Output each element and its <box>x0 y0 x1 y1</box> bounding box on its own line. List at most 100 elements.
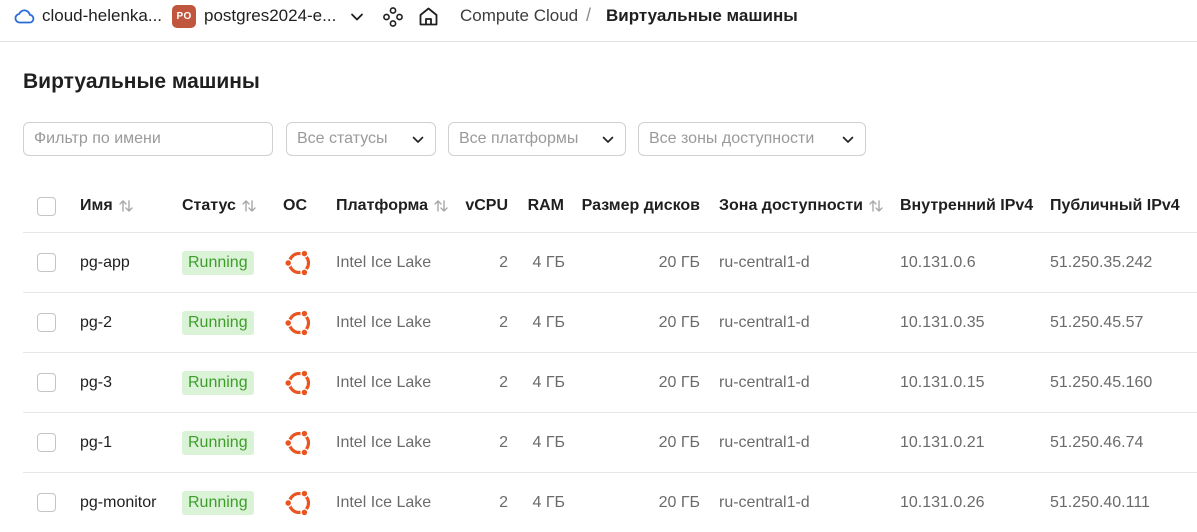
select-all-checkbox[interactable] <box>37 196 56 216</box>
chevron-down-icon <box>412 136 424 143</box>
name-filter-placeholder: Фильтр по имени <box>34 130 161 147</box>
services-icon[interactable] <box>382 6 404 28</box>
header-cell-select <box>37 180 56 232</box>
public-ip-value: 51.250.46.74 <box>1050 433 1144 451</box>
vm-name[interactable]: pg-3 <box>80 353 112 412</box>
chevron-down-icon[interactable] <box>349 9 365 25</box>
row-checkbox[interactable] <box>37 433 56 452</box>
column-header-ram-label: RAM <box>527 197 564 214</box>
ram-value: 4 ГБ <box>532 433 565 451</box>
sort-icon <box>869 200 883 212</box>
column-header-status-label: Статус <box>182 197 236 214</box>
internal-ip-value: 10.131.0.35 <box>900 313 985 331</box>
zone-value: ru-central1-d <box>719 373 810 391</box>
ram-value: 4 ГБ <box>532 493 565 511</box>
row-select-cell <box>37 413 56 472</box>
platform-value: Intel Ice Lake <box>336 313 432 331</box>
column-header-vcpu-label: vCPU <box>465 197 508 214</box>
chevron-down-icon <box>602 136 614 143</box>
page-title: Виртуальные машины <box>23 70 260 93</box>
column-header-zone[interactable]: Зона доступности <box>719 180 885 232</box>
internal-ip-value: 10.131.0.6 <box>900 253 976 271</box>
row-checkbox[interactable] <box>37 313 56 332</box>
sort-icon <box>118 200 133 212</box>
public-ip-value: 51.250.45.160 <box>1050 373 1153 391</box>
vm-name[interactable]: pg-1 <box>80 413 112 472</box>
home-icon[interactable] <box>417 5 440 28</box>
platform-filter-select[interactable]: Все платформы <box>448 122 626 156</box>
zone-filter-select[interactable]: Все зоны доступности <box>638 122 866 156</box>
platform-value: Intel Ice Lake <box>336 493 432 511</box>
disk-size-value: 20 ГБ <box>658 493 700 511</box>
row-checkbox[interactable] <box>37 373 56 392</box>
public-ip-value: 51.250.40.111 <box>1050 493 1150 511</box>
zone-value: ru-central1-d <box>719 313 810 331</box>
status-filter-value: Все статусы <box>297 130 388 147</box>
os-cell <box>283 233 315 292</box>
ubuntu-icon <box>284 488 313 517</box>
table-row[interactable]: pg-app Running Intel Ice Lake 2 4 ГБ 20 … <box>23 233 1197 293</box>
row-select-cell <box>37 473 56 532</box>
ubuntu-icon <box>284 368 313 397</box>
name-filter-input[interactable]: Фильтр по имени <box>23 122 273 156</box>
vcpu-value: 2 <box>499 493 508 511</box>
status-cell: Running <box>182 293 254 352</box>
os-cell <box>283 293 315 352</box>
ram-value: 4 ГБ <box>532 313 565 331</box>
column-header-public-ip-label: Публичный IPv4 <box>1050 197 1180 214</box>
disk-size-value: 20 ГБ <box>658 253 700 271</box>
column-header-vcpu: vCPU <box>465 180 508 232</box>
disk-size-value: 20 ГБ <box>658 313 700 331</box>
vcpu-value: 2 <box>499 433 508 451</box>
column-header-public-ip: Публичный IPv4 <box>1050 180 1180 232</box>
breadcrumb-compute-cloud[interactable]: Compute Cloud <box>460 6 578 26</box>
column-header-status[interactable]: Статус <box>182 180 258 232</box>
column-header-os: ОС <box>283 180 307 232</box>
table-header: Имя Статус ОС Платформа vCPU RAM Размер … <box>23 180 1197 233</box>
status-cell: Running <box>182 353 254 412</box>
chevron-down-icon <box>842 136 854 143</box>
table-row[interactable]: pg-monitor Running Intel Ice Lake 2 4 ГБ… <box>23 473 1197 532</box>
zone-value: ru-central1-d <box>719 433 810 451</box>
sort-icon <box>434 200 448 212</box>
table-row[interactable]: pg-1 Running Intel Ice Lake 2 4 ГБ 20 ГБ… <box>23 413 1197 473</box>
row-checkbox[interactable] <box>37 253 56 272</box>
os-cell <box>283 353 315 412</box>
column-header-os-label: ОС <box>283 197 307 214</box>
ubuntu-icon <box>284 428 313 457</box>
row-select-cell <box>37 353 56 412</box>
vcpu-value: 2 <box>499 373 508 391</box>
status-badge: Running <box>182 370 254 395</box>
vm-name[interactable]: pg-app <box>80 233 130 292</box>
platform-value: Intel Ice Lake <box>336 253 432 271</box>
breadcrumb-separator: / <box>586 5 592 25</box>
cloud-selector[interactable]: cloud-helenka... <box>42 6 162 26</box>
column-header-disk: Размер дисков <box>582 180 700 232</box>
zone-value: ru-central1-d <box>719 253 810 271</box>
public-ip-value: 51.250.35.242 <box>1050 253 1153 271</box>
column-header-platform[interactable]: Платформа <box>336 180 450 232</box>
disk-size-value: 20 ГБ <box>658 373 700 391</box>
internal-ip-value: 10.131.0.26 <box>900 493 985 511</box>
row-select-cell <box>37 233 56 292</box>
table-body: pg-app Running Intel Ice Lake 2 4 ГБ 20 … <box>23 233 1197 532</box>
internal-ip-value: 10.131.0.21 <box>900 433 985 451</box>
ram-value: 4 ГБ <box>532 253 565 271</box>
status-filter-select[interactable]: Все статусы <box>286 122 436 156</box>
status-cell: Running <box>182 233 254 292</box>
os-cell <box>283 413 315 472</box>
disk-size-value: 20 ГБ <box>658 433 700 451</box>
table-row[interactable]: pg-2 Running Intel Ice Lake 2 4 ГБ 20 ГБ… <box>23 293 1197 353</box>
os-cell <box>283 473 315 532</box>
vm-name[interactable]: pg-2 <box>80 293 112 352</box>
ram-value: 4 ГБ <box>532 373 565 391</box>
vm-name[interactable]: pg-monitor <box>80 473 156 532</box>
table-row[interactable]: pg-3 Running Intel Ice Lake 2 4 ГБ 20 ГБ… <box>23 353 1197 413</box>
row-checkbox[interactable] <box>37 493 56 512</box>
column-header-name[interactable]: Имя <box>80 180 135 232</box>
folder-selector[interactable]: postgres2024-e... <box>204 6 336 26</box>
breadcrumb-current: Виртуальные машины <box>606 6 798 25</box>
column-header-name-label: Имя <box>80 197 113 214</box>
zone-filter-value: Все зоны доступности <box>649 130 815 147</box>
status-badge: Running <box>182 430 254 455</box>
